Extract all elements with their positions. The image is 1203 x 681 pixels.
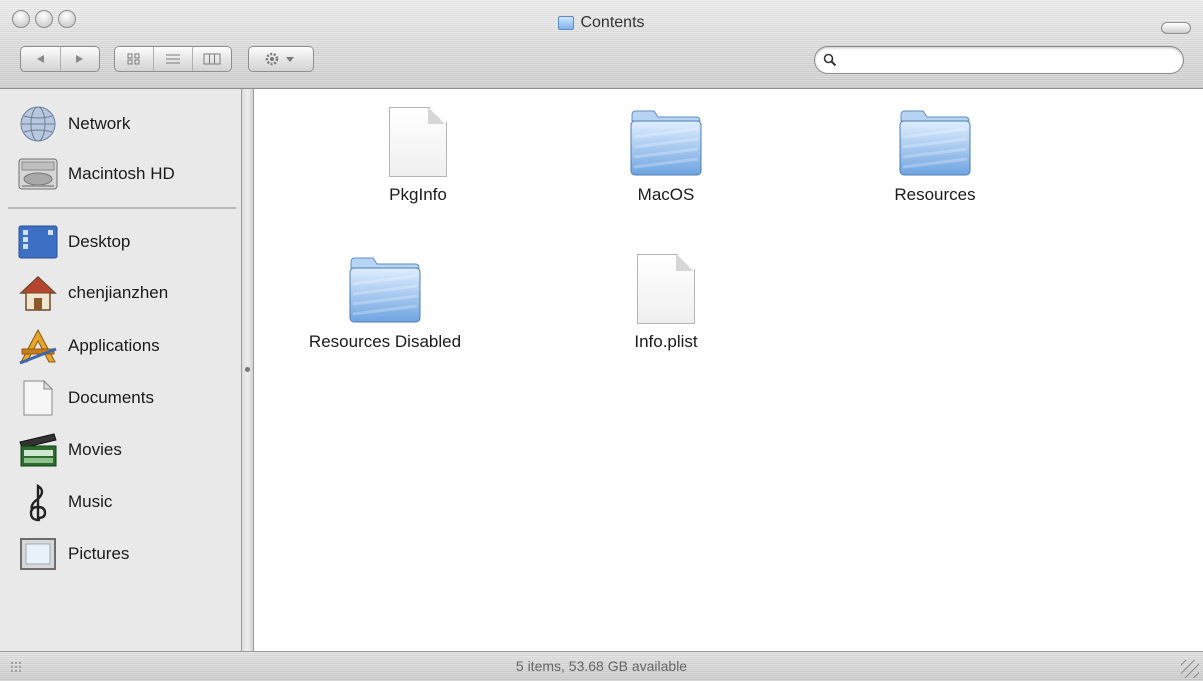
- forward-arrow-icon: [75, 55, 83, 63]
- desktop-icon: [18, 222, 58, 262]
- resize-grip[interactable]: [1181, 660, 1199, 678]
- sidebar-item-music[interactable]: Music: [18, 481, 238, 523]
- status-bar: 5 items, 53.68 GB available: [0, 651, 1203, 681]
- action-menu-button[interactable]: [248, 46, 314, 72]
- sidebar-item-macintosh-hd[interactable]: Macintosh HD: [18, 153, 238, 195]
- home-icon: [18, 273, 58, 313]
- splitter-handle[interactable]: [245, 367, 250, 372]
- sidebar-item-documents[interactable]: Documents: [18, 377, 238, 419]
- sidebar-item-movies[interactable]: Movies: [18, 429, 238, 471]
- folder-item-resources-disabled[interactable]: Resources Disabled: [285, 254, 485, 352]
- icon-view-button[interactable]: [115, 47, 153, 71]
- sidebar-item-label: Pictures: [68, 544, 130, 563]
- sidebar-divider: [8, 207, 236, 209]
- list-view-button[interactable]: [153, 47, 192, 71]
- action-button-content: [249, 47, 313, 71]
- sidebar-item-label: chenjianzhen: [68, 283, 169, 302]
- back-arrow-icon: [37, 55, 45, 63]
- sidebar-item-label: Applications: [68, 336, 160, 355]
- folder-item-macos[interactable]: MacOS: [566, 107, 766, 205]
- music-clef-icon: [18, 482, 58, 522]
- file-name: Info.plist: [634, 332, 698, 351]
- document-icon: [637, 254, 695, 324]
- sidebar-item-label: Documents: [68, 388, 154, 407]
- back-button[interactable]: [21, 47, 60, 71]
- sidebar-item-label: Movies: [68, 440, 122, 459]
- hard-drive-icon: [18, 154, 58, 194]
- window-title-bar: Contents: [0, 14, 1203, 36]
- file-item-info-plist[interactable]: Info.plist: [566, 254, 766, 352]
- search-icon: [823, 53, 837, 67]
- sidebar-item-home[interactable]: chenjianzhen: [18, 272, 238, 314]
- forward-button[interactable]: [59, 47, 100, 71]
- folder-name: Resources Disabled: [308, 332, 462, 351]
- folder-icon: [628, 107, 704, 177]
- sidebar-item-desktop[interactable]: Desktop: [18, 221, 238, 263]
- sidebar-item-pictures[interactable]: Pictures: [18, 533, 238, 575]
- sidebar: Network Macintosh HD Desktop chenjianzhe…: [0, 89, 242, 651]
- sidebar-item-applications[interactable]: Applications: [18, 325, 238, 367]
- back-forward-control: [20, 46, 100, 72]
- toolbar-toggle-button[interactable]: [1161, 22, 1191, 34]
- icon-view-icon: [127, 53, 140, 65]
- pictures-frame-icon: [18, 534, 58, 574]
- sidebar-item-label: Music: [68, 492, 113, 511]
- sidebar-item-label: Macintosh HD: [68, 164, 175, 183]
- folder-name: MacOS: [637, 185, 695, 204]
- status-text: 5 items, 53.68 GB available: [515, 658, 688, 674]
- folder-item-resources[interactable]: Resources: [835, 107, 1035, 205]
- documents-icon: [18, 378, 58, 418]
- view-mode-control: [114, 46, 232, 72]
- sidebar-item-label: Desktop: [68, 232, 131, 251]
- movies-clapboard-icon: [18, 430, 58, 470]
- gear-icon: [265, 52, 294, 66]
- column-view-icon: [203, 53, 221, 65]
- folder-icon: [558, 16, 575, 30]
- file-browser: PkgInfo MacOS Resources Resources Disabl…: [255, 89, 1203, 651]
- list-view-icon: [166, 54, 180, 64]
- search-input[interactable]: [841, 50, 1175, 72]
- network-globe-icon: [18, 104, 58, 144]
- document-icon: [389, 107, 447, 177]
- window-title: Contents: [580, 14, 645, 31]
- applications-icon: [18, 326, 58, 366]
- sidebar-item-label: Network: [68, 114, 131, 133]
- finder-window: Contents Network Macintosh HD Desktop ch…: [0, 0, 1203, 681]
- toolbar: Contents: [0, 0, 1203, 89]
- sidebar-item-network[interactable]: Network: [18, 103, 238, 145]
- status-grip-left: [10, 661, 22, 673]
- folder-icon: [897, 107, 973, 177]
- search-field[interactable]: [814, 46, 1184, 74]
- file-name: PkgInfo: [389, 185, 447, 204]
- file-item-pkginfo[interactable]: PkgInfo: [318, 107, 518, 205]
- folder-icon: [347, 254, 423, 324]
- column-view-button[interactable]: [192, 47, 231, 71]
- sidebar-splitter[interactable]: [242, 89, 254, 651]
- folder-name: Resources: [894, 185, 976, 204]
- chevron-down-icon: [286, 57, 294, 62]
